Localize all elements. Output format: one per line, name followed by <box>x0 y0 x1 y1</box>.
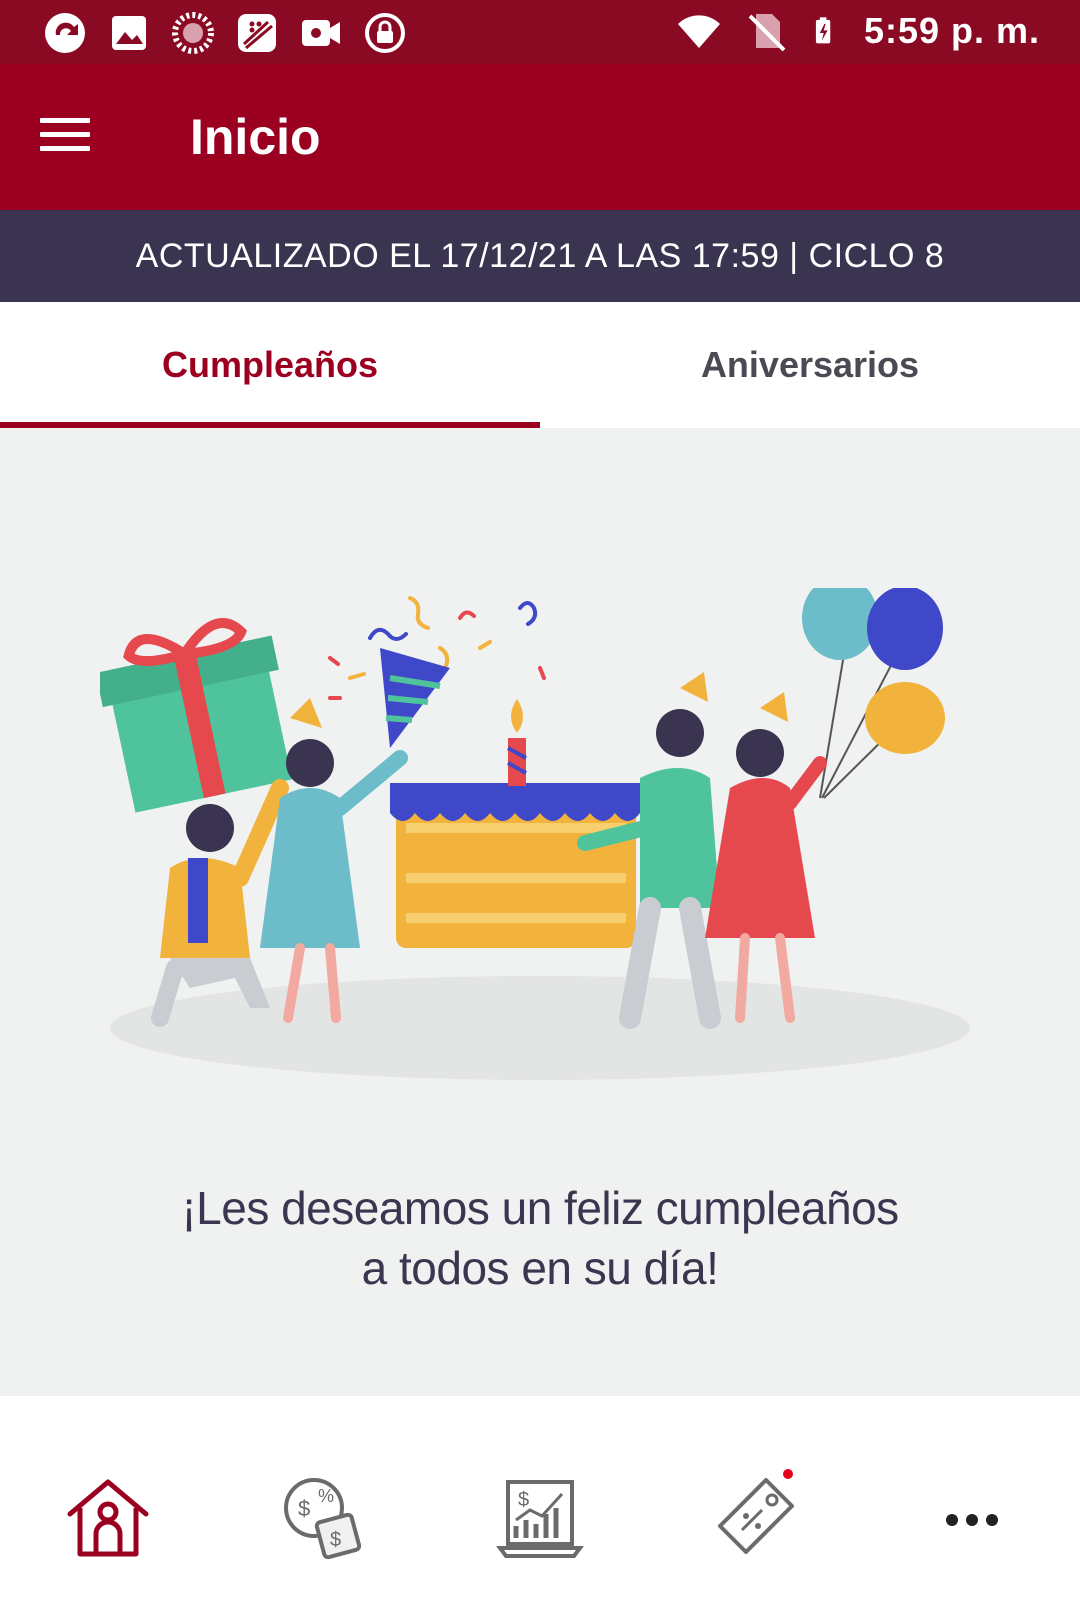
status-left-icons <box>42 10 408 56</box>
wifi-icon <box>677 15 720 49</box>
no-sim-icon <box>748 14 786 52</box>
blackberry-icon <box>238 14 276 52</box>
app-bar: Inicio <box>0 64 1080 210</box>
nav-home[interactable] <box>58 1468 158 1568</box>
more-icon <box>946 1514 998 1526</box>
sales-chart-icon: $ <box>496 1480 584 1558</box>
video-icon <box>302 20 340 46</box>
svg-text:%: % <box>318 1486 334 1506</box>
update-banner: ACTUALIZADO EL 17/12/21 A LAS 17:59 | CI… <box>0 210 1080 302</box>
notification-badge <box>783 1469 793 1479</box>
menu-icon-line <box>40 132 90 137</box>
svg-text:$: $ <box>330 1529 341 1551</box>
nav-sales-chart[interactable]: $ <box>490 1468 590 1568</box>
status-right-icons: 5:59 p. m. <box>676 8 1040 54</box>
birthday-message-line2: a todos en su día! <box>361 1242 719 1294</box>
page-title: Inicio <box>190 109 321 165</box>
loading-icon <box>172 12 214 54</box>
birthday-message: ¡Les deseamos un feliz cumpleaños a todo… <box>0 1178 1080 1298</box>
birthday-message-line1: ¡Les deseamos un feliz cumpleaños <box>181 1182 899 1234</box>
menu-icon-line <box>40 118 90 123</box>
tab-aniversarios[interactable]: Aniversarios <box>540 302 1080 428</box>
tab-bar: Cumpleaños Aniversarios <box>0 302 1080 428</box>
status-bar: 5:59 p. m. <box>0 0 1080 64</box>
battery-charging-icon <box>815 17 831 44</box>
svg-text:$: $ <box>518 1489 529 1511</box>
image-icon <box>112 16 146 50</box>
home-icon <box>67 1479 149 1557</box>
birthday-party-illustration <box>100 588 970 1080</box>
menu-icon[interactable] <box>40 109 100 165</box>
nav-money-exchange[interactable]: $ % $ <box>274 1468 374 1568</box>
app-icon <box>45 13 85 53</box>
bottom-navigation: $ % $ $ <box>0 1396 1080 1620</box>
tab-cumpleanos[interactable]: Cumpleaños <box>0 302 540 428</box>
nav-more[interactable] <box>922 1468 1022 1568</box>
birthday-content: ¡Les deseamos un feliz cumpleaños a todo… <box>0 428 1080 1396</box>
money-exchange-icon: $ % $ <box>284 1478 362 1560</box>
discount-tag-icon <box>718 1469 794 1554</box>
lock-icon <box>365 13 405 53</box>
status-clock: 5:59 p. m. <box>863 10 1040 51</box>
svg-text:$: $ <box>298 1496 310 1521</box>
nav-discount-tag[interactable] <box>706 1468 806 1568</box>
menu-icon-line <box>40 146 90 151</box>
